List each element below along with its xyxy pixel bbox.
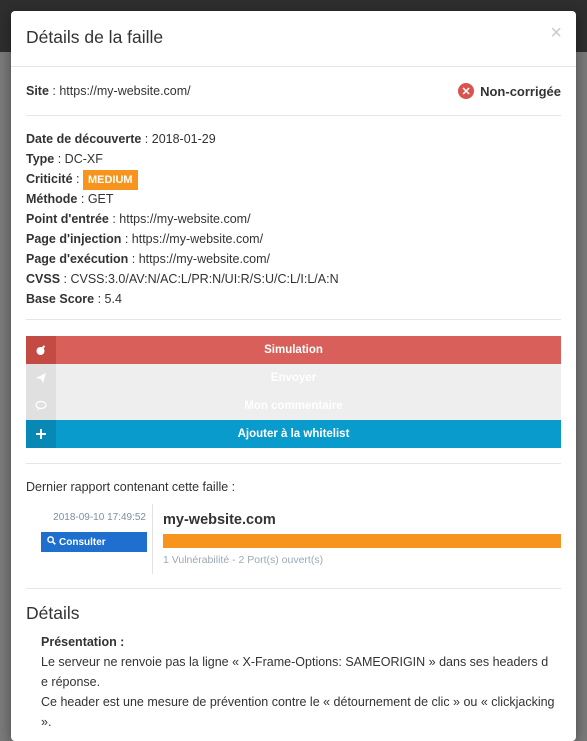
simulation-label: Simulation <box>264 344 323 356</box>
modal-header: Détails de la faille × <box>11 11 576 67</box>
plus-icon <box>26 420 56 448</box>
type-row: Type : DC-XF <box>26 149 561 169</box>
entry-label: Point d'entrée <box>26 212 109 226</box>
separator: : <box>72 172 83 186</box>
modal-title: Détails de la faille <box>26 27 164 47</box>
injection-row: Page d'injection : https://my-website.co… <box>26 229 561 249</box>
details-subtitle: Présentation : <box>41 635 125 649</box>
report-title: Dernier rapport contenant cette faille : <box>26 480 236 494</box>
close-button[interactable]: × <box>550 23 562 43</box>
execution-value: https://my-website.com/ <box>138 252 271 266</box>
separator: : <box>128 252 139 266</box>
score-label: Base Score <box>26 292 95 306</box>
separator: : <box>48 84 60 98</box>
cvss-row: CVSS : CVSS:3.0/AV:N/AC:L/PR:N/UI:R/S:U/… <box>26 269 561 289</box>
vulnerability-info: Date de découverte : 2018-01-29 Type : D… <box>26 116 561 320</box>
execution-row: Page d'exécution : https://my-website.co… <box>26 249 561 269</box>
discovery-value: 2018-01-29 <box>151 132 216 146</box>
method-value: GET <box>87 192 114 206</box>
search-icon <box>47 536 56 548</box>
report-severity-bar <box>163 534 561 548</box>
report-card: 2018-09-10 17:49:52 Consulter my-website… <box>26 504 561 574</box>
cvss-value: CVSS:3.0/AV:N/AC:L/PR:N/UI:R/S:U/C:L/I:L… <box>70 272 339 286</box>
injection-value: https://my-website.com/ <box>131 232 264 246</box>
details-paragraph-1: Le serveur ne renvoie pas la ligne « X-F… <box>41 655 549 689</box>
last-report-section: Dernier rapport contenant cette faille :… <box>26 464 561 589</box>
separator: : <box>108 212 120 226</box>
separator: : <box>60 272 71 286</box>
send-label: Envoyer <box>270 372 317 384</box>
comment-label: Mon commentaire <box>244 400 343 412</box>
site-row: Site : https://my-website.com/ ✕ Non-cor… <box>26 67 561 116</box>
separator: : <box>141 132 152 146</box>
details-title: Détails <box>26 603 80 623</box>
consult-label: Consulter <box>59 536 106 548</box>
comment-button[interactable]: Mon commentaire <box>26 392 561 420</box>
criticity-label: Criticité <box>26 172 73 186</box>
type-value: DC-XF <box>64 152 103 166</box>
send-button[interactable]: Envoyer <box>26 364 561 392</box>
criticity-row: Criticité : MEDIUM <box>26 169 561 190</box>
discovery-row: Date de découverte : 2018-01-29 <box>26 129 561 149</box>
site-value: https://my-website.com/ <box>59 84 191 98</box>
details-section: Détails Présentation : Le serveur ne ren… <box>26 589 561 732</box>
method-row: Méthode : GET <box>26 189 561 209</box>
method-label: Méthode <box>26 192 78 206</box>
report-site[interactable]: my-website.com <box>163 512 561 528</box>
separator: : <box>77 192 88 206</box>
whitelist-button[interactable]: Ajouter à la whitelist <box>26 420 561 448</box>
simulation-button[interactable]: Simulation <box>26 336 561 364</box>
separator: : <box>94 292 105 306</box>
report-stats: 1 Vulnérabilité - 2 Port(s) ouvert(s) <box>163 554 324 566</box>
entry-value: https://my-website.com/ <box>119 212 251 226</box>
type-label: Type <box>26 152 55 166</box>
separator: : <box>54 152 65 166</box>
report-meta: 2018-09-10 17:49:52 Consulter <box>41 504 153 574</box>
details-paragraph-2: Ce header est une mesure de prévention c… <box>41 695 555 729</box>
separator: : <box>121 232 132 246</box>
criticity-badge: MEDIUM <box>82 169 138 190</box>
site-label: Site <box>26 84 49 98</box>
action-buttons: Simulation Envoyer Mon commentaire Ajout… <box>26 320 561 464</box>
entry-row: Point d'entrée : https://my-website.com/ <box>26 209 561 229</box>
report-date: 2018-09-10 17:49:52 <box>53 512 146 523</box>
cvss-label: CVSS <box>26 272 61 286</box>
execution-label: Page d'exécution <box>26 252 129 266</box>
close-circle-icon: ✕ <box>458 83 475 99</box>
vulnerability-modal: Détails de la faille × Site : https://my… <box>11 11 576 741</box>
comment-icon <box>26 392 56 420</box>
whitelist-label: Ajouter à la whitelist <box>237 428 350 440</box>
report-content: my-website.com 1 Vulnérabilité - 2 Port(… <box>153 504 561 574</box>
discovery-label: Date de découverte <box>26 132 142 146</box>
bomb-icon <box>26 336 56 364</box>
status-badge: ✕ Non-corrigée <box>458 83 561 99</box>
status-label: Non-corrigée <box>480 83 561 99</box>
consult-button[interactable]: Consulter <box>41 532 147 552</box>
site-info: Site : https://my-website.com/ <box>26 84 191 98</box>
injection-label: Page d'injection <box>26 232 122 246</box>
modal-body: Site : https://my-website.com/ ✕ Non-cor… <box>11 67 576 732</box>
score-value: 5.4 <box>104 292 122 306</box>
score-row: Base Score : 5.4 <box>26 289 561 309</box>
paper-plane-icon <box>26 364 56 392</box>
